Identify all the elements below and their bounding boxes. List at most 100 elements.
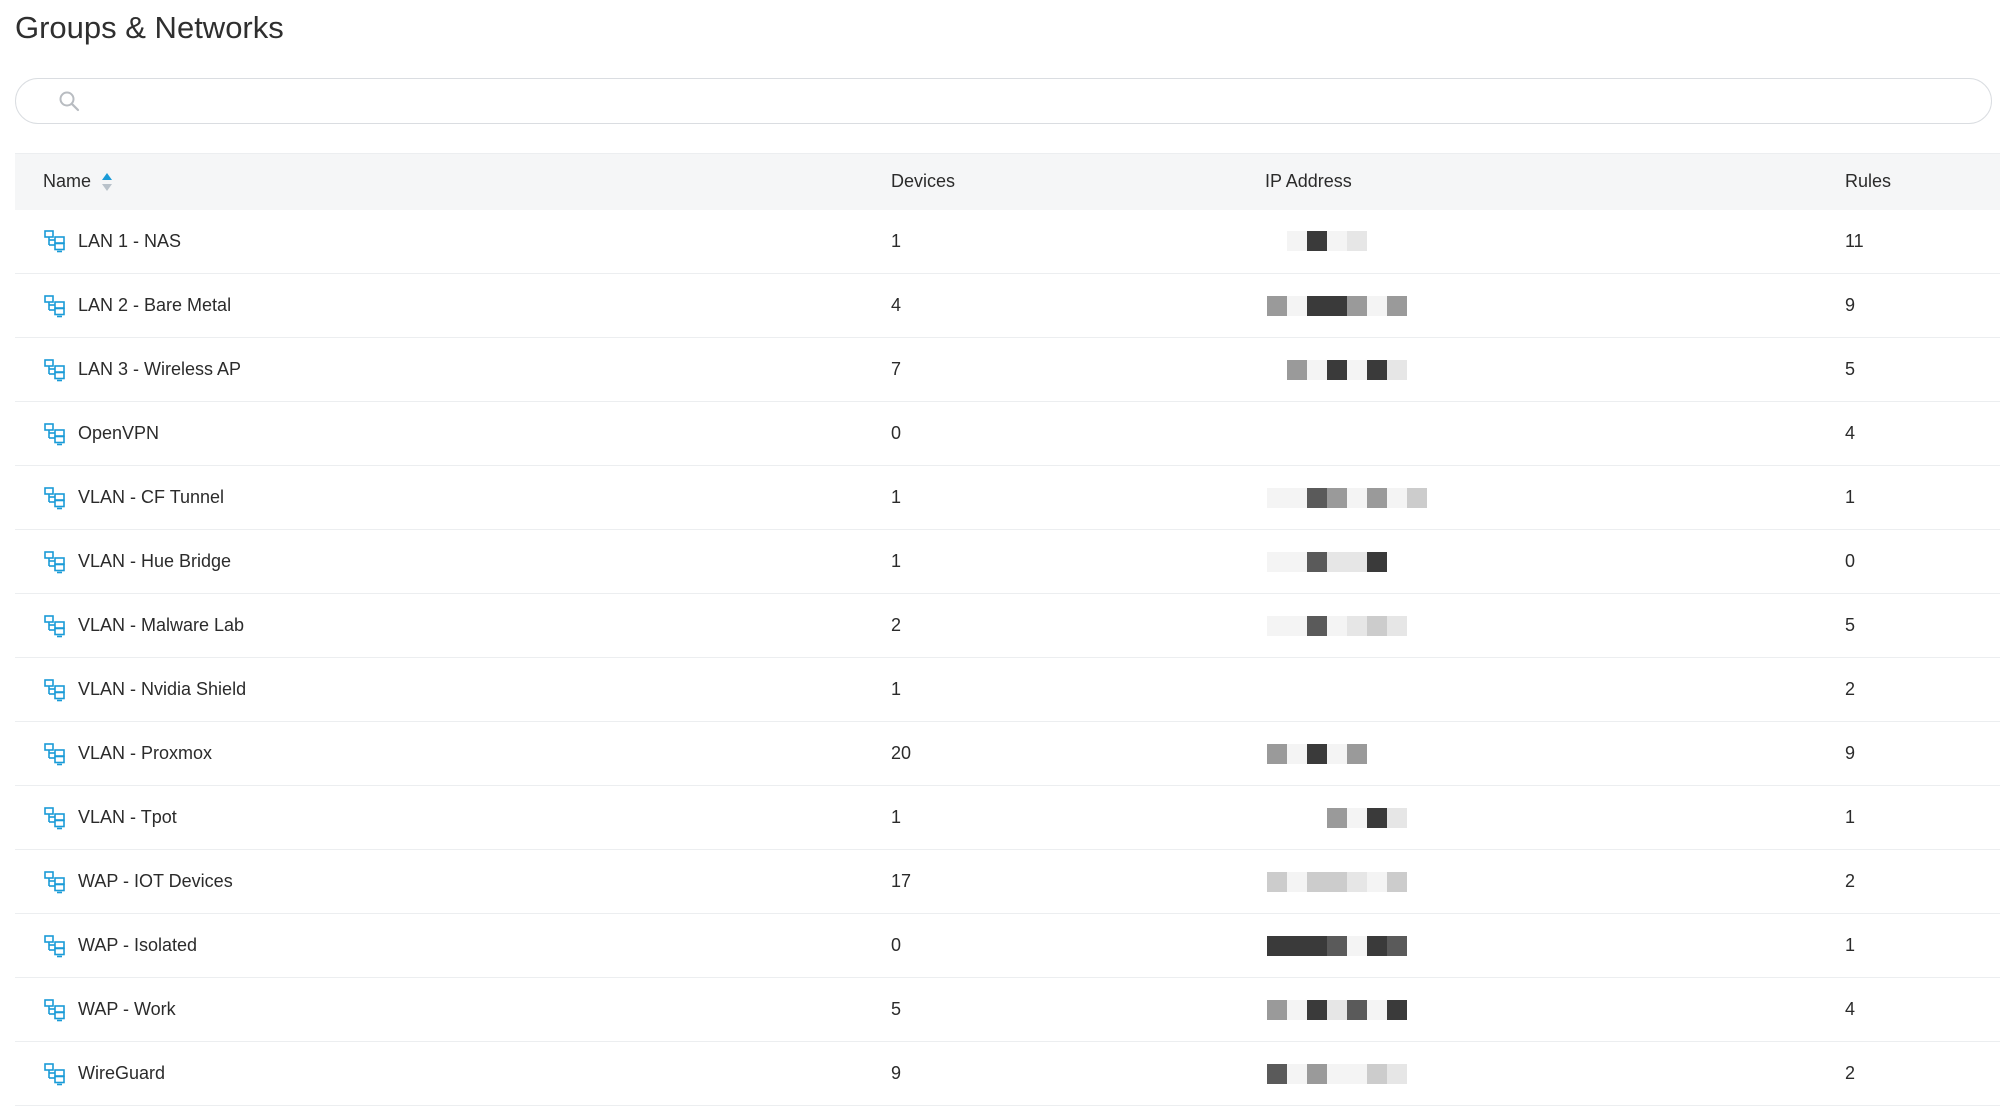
redaction-block (1387, 295, 1407, 316)
redaction-block (1327, 1063, 1347, 1084)
column-header-name[interactable]: Name (15, 153, 891, 210)
cell-ip-address (1265, 978, 1845, 1042)
redaction-block (1307, 615, 1327, 636)
column-header-rules[interactable]: Rules (1845, 153, 2000, 210)
redaction-block (1327, 359, 1347, 380)
redacted-ip (1265, 231, 1845, 252)
table-row[interactable]: VLAN - Malware Lab 2 5 (15, 594, 2000, 658)
redaction-block (1287, 295, 1307, 316)
cell-name: WAP - Isolated (15, 914, 891, 978)
table-row[interactable]: VLAN - Proxmox 20 9 (15, 722, 2000, 786)
redaction-block (1367, 1063, 1387, 1084)
redaction-block (1347, 615, 1367, 636)
redaction-block (1307, 1063, 1327, 1084)
redaction-block (1287, 231, 1307, 252)
search-input[interactable] (96, 79, 1950, 125)
cell-ip-address (1265, 722, 1845, 786)
cell-devices: 1 (891, 230, 902, 251)
cell-name: LAN 3 - Wireless AP (15, 338, 891, 402)
redaction-block (1267, 551, 1287, 572)
table-row[interactable]: LAN 3 - Wireless AP 7 5 (15, 338, 2000, 402)
redacted-ip (1265, 743, 1845, 764)
search-bar[interactable] (15, 78, 1992, 125)
network-name[interactable]: VLAN - CF Tunnel (78, 487, 224, 508)
redaction-block (1367, 871, 1387, 892)
network-name[interactable]: VLAN - Hue Bridge (78, 551, 231, 572)
cell-name: WAP - Work (15, 978, 891, 1042)
table-row[interactable]: VLAN - Hue Bridge 1 0 (15, 530, 2000, 594)
redaction-block (1327, 935, 1347, 956)
table-row[interactable]: LAN 2 - Bare Metal 4 9 (15, 274, 2000, 338)
cell-ip-address (1265, 594, 1845, 658)
redaction-block (1267, 935, 1287, 956)
cell-rules: 5 (1845, 615, 1856, 635)
redacted-ip (1265, 615, 1845, 636)
network-name[interactable]: VLAN - Tpot (78, 807, 177, 828)
table-row[interactable]: WAP - Isolated 0 1 (15, 914, 2000, 978)
redacted-ip (1265, 871, 1845, 892)
cell-ip-address (1265, 530, 1845, 594)
network-name[interactable]: WAP - IOT Devices (78, 871, 233, 892)
redaction-block (1347, 935, 1367, 956)
column-header-devices[interactable]: Devices (891, 153, 1265, 210)
table-row[interactable]: VLAN - Tpot 1 1 (15, 786, 2000, 850)
redacted-ip (1265, 1063, 1845, 1084)
redaction-block (1287, 551, 1307, 572)
table-row[interactable]: VLAN - CF Tunnel 1 1 (15, 466, 2000, 530)
table-row[interactable]: WAP - Work 5 4 (15, 978, 2000, 1042)
table-row[interactable]: VLAN - Nvidia Shield 1 2 (15, 658, 2000, 722)
network-name[interactable]: OpenVPN (78, 423, 159, 444)
redaction-block (1287, 871, 1307, 892)
network-name[interactable]: VLAN - Proxmox (78, 743, 212, 764)
redacted-ip (1265, 487, 1845, 508)
network-icon (44, 742, 65, 765)
networks-table: Name Devices IP Address Rules LAN 1 - NA… (15, 153, 2000, 1106)
redaction-block (1267, 999, 1287, 1020)
sort-ascending-icon[interactable] (101, 172, 113, 192)
redaction-block (1347, 807, 1367, 828)
cell-rules: 9 (1845, 295, 1856, 315)
network-name[interactable]: LAN 2 - Bare Metal (78, 295, 231, 316)
column-header-name-label: Name (43, 171, 92, 192)
network-name[interactable]: WAP - Work (78, 999, 176, 1020)
redaction-block (1287, 807, 1307, 828)
redaction-block (1367, 359, 1387, 380)
cell-name: VLAN - Nvidia Shield (15, 658, 891, 722)
redaction-block (1367, 551, 1387, 572)
network-icon (44, 806, 65, 829)
network-name[interactable]: LAN 1 - NAS (78, 231, 181, 252)
table-row[interactable]: WireGuard 9 2 (15, 1042, 2000, 1106)
network-icon (44, 358, 65, 381)
redaction-block (1367, 615, 1387, 636)
network-name[interactable]: VLAN - Nvidia Shield (78, 679, 246, 700)
cell-ip-address (1265, 338, 1845, 402)
redaction-block (1347, 359, 1367, 380)
redaction-block (1347, 1063, 1367, 1084)
network-name[interactable]: VLAN - Malware Lab (78, 615, 244, 636)
redaction-block (1387, 935, 1407, 956)
redaction-block (1387, 359, 1407, 380)
redaction-block (1307, 551, 1327, 572)
redaction-block (1387, 999, 1407, 1020)
cell-devices: 9 (891, 1063, 902, 1083)
table-row[interactable]: OpenVPN 0 4 (15, 402, 2000, 466)
redacted-ip (1265, 551, 1845, 572)
redaction-block (1307, 359, 1327, 380)
table-row[interactable]: WAP - IOT Devices 17 2 (15, 850, 2000, 914)
network-name[interactable]: LAN 3 - Wireless AP (78, 359, 241, 380)
redaction-block (1347, 295, 1367, 316)
cell-name: LAN 2 - Bare Metal (15, 274, 891, 338)
network-icon (44, 614, 65, 637)
column-header-ip-address[interactable]: IP Address (1265, 153, 1845, 210)
redaction-block (1267, 295, 1287, 316)
redaction-block (1327, 615, 1347, 636)
page-title: Groups & Networks (15, 10, 284, 45)
redaction-block (1287, 999, 1307, 1020)
redaction-block (1287, 359, 1307, 380)
table-row[interactable]: LAN 1 - NAS 1 11 (15, 210, 2000, 274)
cell-ip-address (1265, 850, 1845, 914)
network-name[interactable]: WireGuard (78, 1063, 165, 1084)
cell-rules: 1 (1845, 935, 1856, 955)
network-name[interactable]: WAP - Isolated (78, 935, 197, 956)
redaction-block (1327, 231, 1347, 252)
